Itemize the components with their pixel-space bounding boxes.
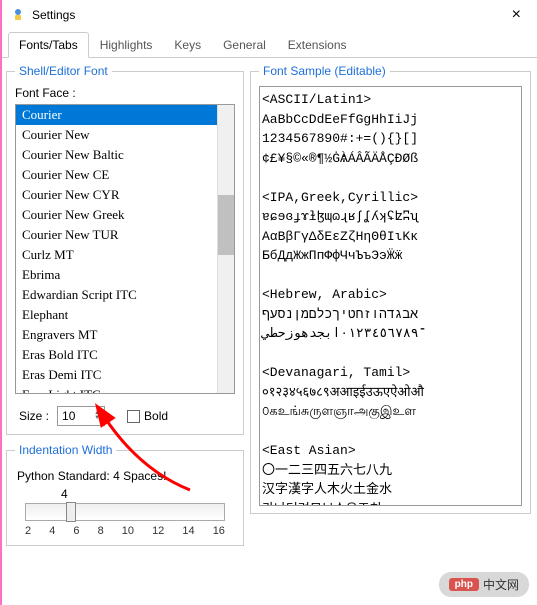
indentation-group: Indentation Width Python Standard: 4 Spa… xyxy=(6,443,244,546)
indentation-legend: Indentation Width xyxy=(15,443,116,457)
list-item[interactable]: Courier New Greek xyxy=(16,205,217,225)
tab-highlights[interactable]: Highlights xyxy=(89,32,164,57)
app-icon xyxy=(10,7,26,23)
list-item[interactable]: Courier xyxy=(16,105,217,125)
close-icon[interactable]: × xyxy=(506,6,527,24)
list-item[interactable]: Courier New xyxy=(16,125,217,145)
tick: 8 xyxy=(98,525,104,537)
tick: 16 xyxy=(213,525,225,537)
font-sample-textarea[interactable]: <ASCII/Latin1> AaBbCcDdEeFfGgHhIiJj 1234… xyxy=(259,86,522,506)
font-listbox[interactable]: Courier Courier New Courier New Baltic C… xyxy=(15,104,235,394)
list-item[interactable]: Eras Demi ITC xyxy=(16,365,217,385)
list-item[interactable]: Courier New CE xyxy=(16,165,217,185)
watermark-text: 中文网 xyxy=(483,576,519,593)
list-item[interactable]: Eras Light ITC xyxy=(16,385,217,393)
list-item[interactable]: Edwardian Script ITC xyxy=(16,285,217,305)
window-title: Settings xyxy=(32,8,506,22)
tab-extensions[interactable]: Extensions xyxy=(277,32,358,57)
bold-checkbox[interactable]: Bold xyxy=(127,409,168,423)
shell-font-legend: Shell/Editor Font xyxy=(15,64,112,78)
fontface-label: Font Face : xyxy=(15,86,235,100)
tab-keys[interactable]: Keys xyxy=(163,32,212,57)
tick: 6 xyxy=(73,525,79,537)
scrollbar[interactable] xyxy=(217,105,234,393)
indentation-slider[interactable] xyxy=(25,503,225,521)
list-item[interactable]: Courier New TUR xyxy=(16,225,217,245)
slider-value: 4 xyxy=(61,487,225,501)
indentation-label: Python Standard: 4 Spaces! xyxy=(17,469,235,483)
watermark: php 中文网 xyxy=(439,572,529,597)
tick: 4 xyxy=(49,525,55,537)
size-input[interactable]: 10 ▲▼ xyxy=(57,406,105,426)
shell-editor-font-group: Shell/Editor Font Font Face : Courier Co… xyxy=(6,64,244,435)
bold-label: Bold xyxy=(144,409,168,423)
list-item[interactable]: Eras Bold ITC xyxy=(16,345,217,365)
list-item[interactable]: Elephant xyxy=(16,305,217,325)
list-item[interactable]: Ebrima xyxy=(16,265,217,285)
tab-fonts[interactable]: Fonts/Tabs xyxy=(8,32,89,58)
list-item[interactable]: Courier New Baltic xyxy=(16,145,217,165)
tick: 12 xyxy=(152,525,164,537)
tick: 14 xyxy=(182,525,194,537)
list-item[interactable]: Courier New CYR xyxy=(16,185,217,205)
size-spinner[interactable]: ▲▼ xyxy=(94,411,100,421)
tab-bar: Fonts/Tabs Highlights Keys General Exten… xyxy=(0,30,537,58)
scroll-thumb[interactable] xyxy=(218,195,234,255)
titlebar: Settings × xyxy=(0,0,537,30)
size-value: 10 xyxy=(62,409,75,423)
font-sample-group: Font Sample (Editable) <ASCII/Latin1> Aa… xyxy=(250,64,531,514)
size-label: Size : xyxy=(19,409,49,423)
font-sample-legend: Font Sample (Editable) xyxy=(259,64,390,78)
list-item[interactable]: Engravers MT xyxy=(16,325,217,345)
tab-general[interactable]: General xyxy=(212,32,277,57)
checkbox-box[interactable] xyxy=(127,410,140,423)
tick: 2 xyxy=(25,525,31,537)
list-item[interactable]: Curlz MT xyxy=(16,245,217,265)
watermark-badge: php xyxy=(449,578,479,591)
tick: 10 xyxy=(122,525,134,537)
slider-ticks: 2 4 6 8 10 12 14 16 xyxy=(25,525,225,537)
slider-thumb[interactable] xyxy=(66,502,76,522)
